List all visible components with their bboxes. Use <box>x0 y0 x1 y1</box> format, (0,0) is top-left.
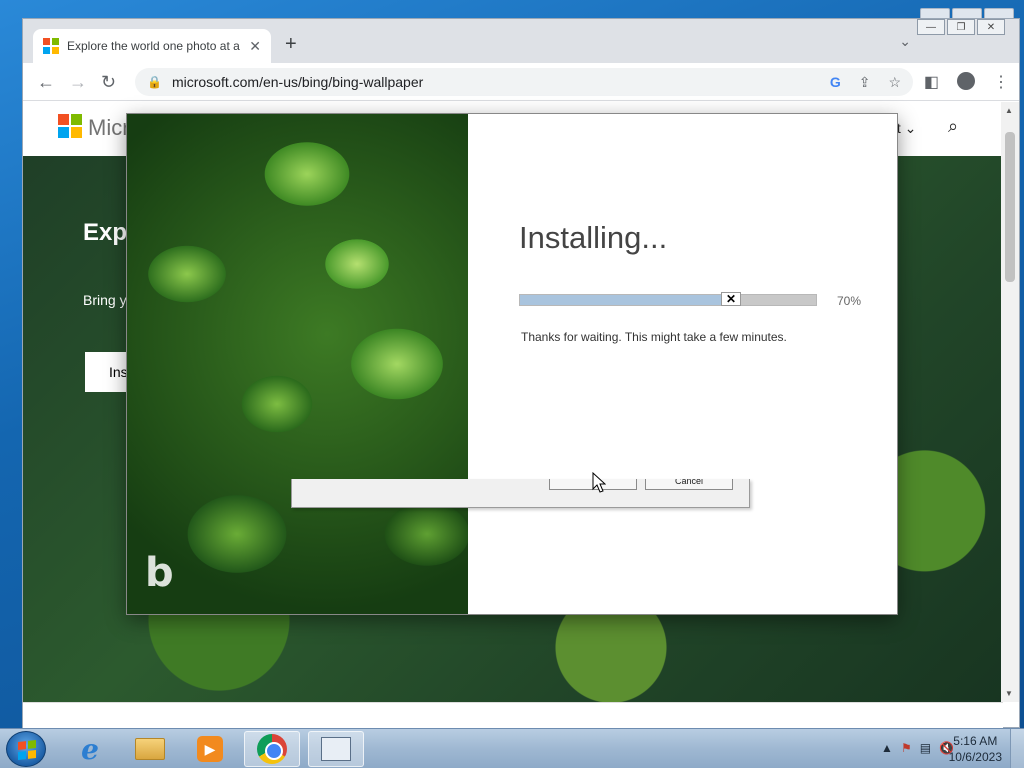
mouse-cursor-icon <box>592 472 606 493</box>
clock-time: 5:16 AM <box>953 734 998 748</box>
back-button[interactable]: ← <box>37 72 55 93</box>
browser-toolbar: ← → ↻ 🔒 microsoft.com/en-us/bing/bing-wa… <box>23 63 1019 101</box>
window-controls: — ❐ ✕ <box>917 19 1005 35</box>
scroll-thumb[interactable] <box>1005 132 1015 282</box>
show-hidden-icons-icon[interactable]: ▲ <box>881 741 893 755</box>
network-icon[interactable]: ▤ <box>920 741 931 755</box>
microsoft-favicon-icon <box>43 38 59 54</box>
progress-close-icon[interactable]: ✕ <box>721 292 741 306</box>
taskbar: e ▶ ▲ ⚑ ▤ 🔇 5:16 AM 10/6/2023 <box>0 728 1024 768</box>
share-icon[interactable]: ⇪ <box>859 74 871 91</box>
installer-dialog: b Installing... ✕ 70% Thanks for waiting… <box>127 114 897 614</box>
succulent-photo: b <box>127 114 468 614</box>
forward-button[interactable]: → <box>69 72 87 93</box>
scroll-down-icon[interactable]: ▼ <box>1005 689 1013 698</box>
start-button[interactable] <box>6 731 46 767</box>
progress-percent: 70% <box>837 294 862 308</box>
clock[interactable]: 5:16 AM 10/6/2023 <box>949 733 1002 765</box>
clock-date: 10/6/2023 <box>948 750 1002 764</box>
reload-button[interactable]: ↻ <box>101 72 116 93</box>
new-tab-button[interactable]: + <box>285 33 297 56</box>
taskbar-media-player[interactable]: ▶ <box>182 731 238 767</box>
action-center-flag-icon[interactable]: ⚑ <box>901 741 912 755</box>
restore-button[interactable]: ❐ <box>947 19 975 35</box>
menu-kebab-icon[interactable]: ⋮ <box>993 72 1009 92</box>
address-bar[interactable]: 🔒 microsoft.com/en-us/bing/bing-wallpape… <box>135 68 913 96</box>
taskbar-installer[interactable] <box>308 731 364 767</box>
bookmark-star-icon[interactable]: ☆ <box>888 74 901 91</box>
lock-icon[interactable]: 🔒 <box>147 75 162 89</box>
minimize-button[interactable]: — <box>917 19 945 35</box>
tab-close-icon[interactable]: ✕ <box>249 38 261 55</box>
microsoft-logo-icon[interactable] <box>58 114 82 138</box>
scroll-up-icon[interactable]: ▲ <box>1005 106 1013 115</box>
media-player-icon: ▶ <box>197 736 223 762</box>
chrome-icon <box>257 734 287 764</box>
google-lens-icon[interactable]: G <box>830 74 841 91</box>
url-text[interactable]: microsoft.com/en-us/bing/bing-wallpaper <box>172 74 820 90</box>
profile-avatar-icon[interactable] <box>957 72 975 90</box>
folder-icon <box>135 738 165 760</box>
browser-tab[interactable]: Explore the world one photo at a ✕ <box>33 29 271 63</box>
internet-explorer-icon: e <box>81 732 99 766</box>
confirm-dialog-fragment: Cancel <box>291 479 750 508</box>
installer-message: Thanks for waiting. This might take a fe… <box>521 330 787 344</box>
tab-title: Explore the world one photo at a <box>67 39 240 53</box>
progress-fill <box>520 295 728 305</box>
toolbar-actions: ◧ ⋮ <box>924 72 1009 92</box>
search-icon[interactable]: ⌕ <box>948 116 958 137</box>
taskbar-internet-explorer[interactable]: e <box>62 731 118 767</box>
installer-app-icon <box>321 737 351 761</box>
tab-strip: Explore the world one photo at a ✕ + ⌄ —… <box>23 19 1019 63</box>
system-tray: ▲ ⚑ ▤ 🔇 <box>881 741 954 755</box>
vertical-scrollbar[interactable]: ▲ ▼ <box>1001 102 1019 702</box>
taskbar-chrome[interactable] <box>244 731 300 767</box>
windows-logo-icon <box>18 740 36 760</box>
cancel-button[interactable]: Cancel <box>645 479 733 490</box>
show-desktop-button[interactable] <box>1010 729 1024 768</box>
install-progress-bar <box>519 294 817 306</box>
side-panel-icon[interactable]: ◧ <box>924 72 939 92</box>
taskbar-file-explorer[interactable] <box>122 731 178 767</box>
tab-search-icon[interactable]: ⌄ <box>899 33 911 50</box>
page-footer-strip <box>23 702 1003 728</box>
installer-title: Installing... <box>519 220 668 255</box>
close-button[interactable]: ✕ <box>977 19 1005 35</box>
bing-logo-icon: b <box>145 550 174 596</box>
hero-subtitle: Bring y each d <box>83 292 133 308</box>
